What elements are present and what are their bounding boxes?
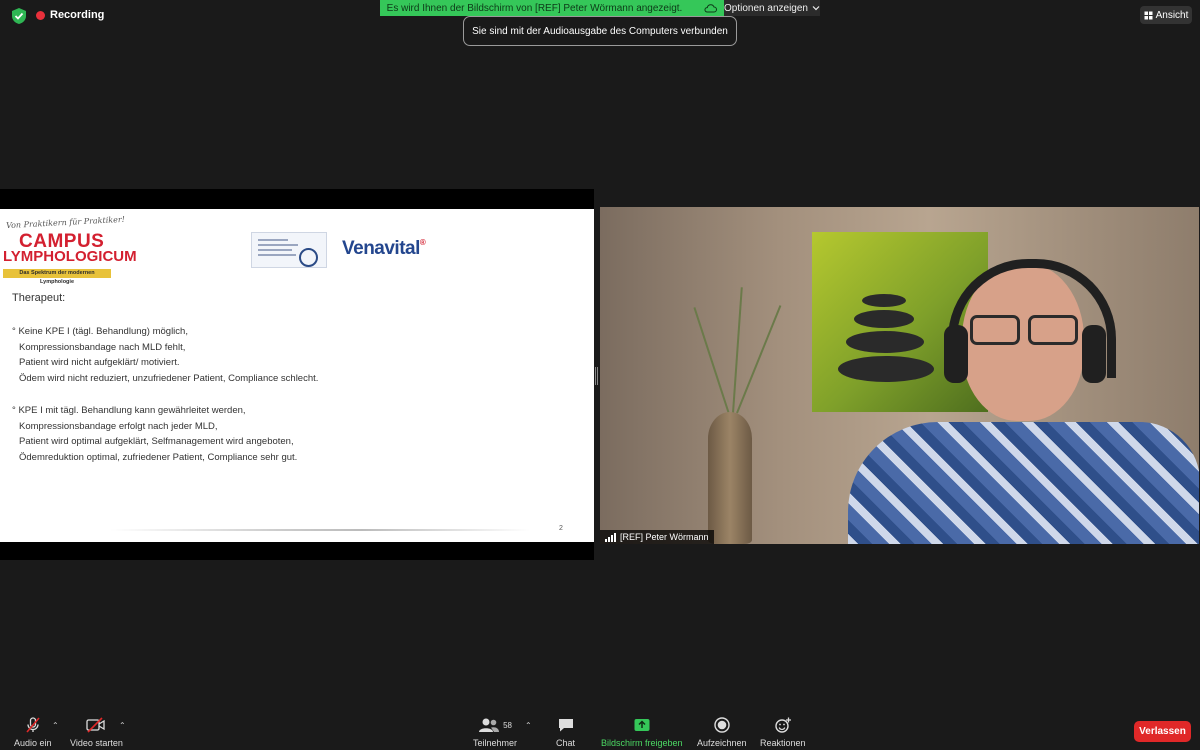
seal-icon <box>299 248 318 267</box>
bullet-line: Ödemreduktion optimal, zufriedener Patie… <box>19 451 298 463</box>
logo-subtitle: Das Spektrum der modernen Lymphologie <box>3 269 111 285</box>
screen-share-banner: Es wird Ihnen der Bildschirm von [REF] P… <box>380 0 724 16</box>
security-shield-icon[interactable] <box>10 7 28 25</box>
share-screen-arrow-icon <box>634 719 650 731</box>
decorative-vase <box>708 412 752 544</box>
share-banner-text: Es wird Ihnen der Bildschirm von [REF] P… <box>386 2 683 14</box>
audio-label: Audio ein <box>14 738 52 748</box>
emoji-reaction-icon <box>775 717 791 733</box>
glasses <box>970 315 1078 345</box>
registered-mark: ® <box>419 238 426 247</box>
record-icon <box>714 717 730 733</box>
bullet-line: Kompressionsbandage erfolgt nach jeder M… <box>19 420 218 432</box>
record-label: Aufzeichnen <box>697 738 747 748</box>
bullet-block-1: ° Keine KPE I (tägl. Behandlung) möglich… <box>12 324 318 386</box>
reactions-label: Reaktionen <box>760 738 806 748</box>
presentation-slide: Von Praktikern für Praktiker! CAMPUS LYM… <box>0 209 594 542</box>
bullet-block-2: ° KPE I mit tägl. Behandlung kann gewähr… <box>12 403 297 465</box>
signal-strength-icon <box>605 532 616 542</box>
bullet-line: Patient wird optimal aufgeklärt, Selfman… <box>19 436 294 447</box>
participants-count: 58 <box>503 720 512 730</box>
video-options-chevron-icon[interactable]: ⌃ <box>119 721 126 730</box>
video-button[interactable]: Video starten <box>70 716 123 748</box>
bullet-line: Ödem wird nicht reduziert, unzufriedener… <box>19 372 319 384</box>
view-label: Ansicht <box>1155 9 1189 21</box>
participants-button[interactable]: 58 Teilnehmer <box>473 716 517 748</box>
cloud-icon <box>704 3 718 12</box>
chevron-down-icon <box>812 6 820 11</box>
reactions-button[interactable]: Reaktionen <box>760 716 806 748</box>
audio-toast-text: Sie sind mit der Audioausgabe des Comput… <box>472 25 728 37</box>
shared-screen[interactable]: Von Praktikern für Praktiker! CAMPUS LYM… <box>0 189 594 560</box>
venavital-logo: Venavital® <box>342 238 426 260</box>
chat-button[interactable]: Chat <box>556 716 575 748</box>
bullet-line: ° KPE I mit tägl. Behandlung kann gewähr… <box>12 405 246 416</box>
record-button[interactable]: Aufzeichnen <box>697 716 747 748</box>
venavital-text: Venavital <box>342 238 420 259</box>
participants-icon <box>479 718 500 732</box>
participant-video-tile[interactable]: [REF] Peter Wörmann <box>600 207 1199 544</box>
split-view-drag-handle[interactable] <box>595 367 598 385</box>
slide-footer-line <box>110 529 530 531</box>
chat-label: Chat <box>556 738 576 748</box>
video-label: Video starten <box>70 738 123 748</box>
bullet-line: ° Keine KPE I (tägl. Behandlung) möglich… <box>12 326 188 337</box>
logo-tagline: Von Praktikern für Praktiker! <box>5 214 126 231</box>
logo-lympho-text: LYMPHOLOGICUM <box>3 248 137 265</box>
recording-indicator[interactable]: Recording <box>36 9 104 21</box>
slide-page-number: 2 <box>559 525 563 532</box>
participant-name: [REF] Peter Wörmann <box>620 532 709 542</box>
leave-meeting-button[interactable]: Verlassen <box>1134 721 1191 742</box>
grid-view-icon <box>1144 11 1153 19</box>
audio-button[interactable]: Audio ein <box>14 716 52 748</box>
participants-options-chevron-icon[interactable]: ⌃ <box>525 721 532 730</box>
meeting-toolbar: Audio ein ⌃ Video starten ⌃ 58 Teilnehme… <box>0 712 1200 750</box>
audio-connected-toast: Sie sind mit der Audioausgabe des Comput… <box>463 16 737 46</box>
participants-label: Teilnehmer <box>473 738 518 748</box>
bullet-line: Patient wird nicht aufgeklärt/ motiviert… <box>19 357 180 368</box>
recording-label: Recording <box>50 9 105 21</box>
microphone-muted-icon <box>26 717 40 733</box>
options-label: Optionen anzeigen <box>724 2 808 14</box>
view-options-button[interactable]: Optionen anzeigen <box>724 0 820 16</box>
participant-name-tag: [REF] Peter Wörmann <box>600 530 714 544</box>
audio-options-chevron-icon[interactable]: ⌃ <box>52 721 59 730</box>
association-logo <box>251 232 327 268</box>
recording-dot-icon <box>36 10 45 20</box>
share-screen-button[interactable]: Bildschirm freigeben <box>601 716 683 748</box>
share-screen-label: Bildschirm freigeben <box>601 738 683 748</box>
camera-off-icon <box>86 717 106 733</box>
bullet-line: Kompressionsbandage nach MLD fehlt, <box>19 341 186 353</box>
participant-shirt <box>848 422 1199 544</box>
chat-bubble-icon <box>558 719 573 732</box>
view-button[interactable]: Ansicht <box>1140 6 1192 24</box>
slide-title: Therapeut: <box>12 292 66 304</box>
